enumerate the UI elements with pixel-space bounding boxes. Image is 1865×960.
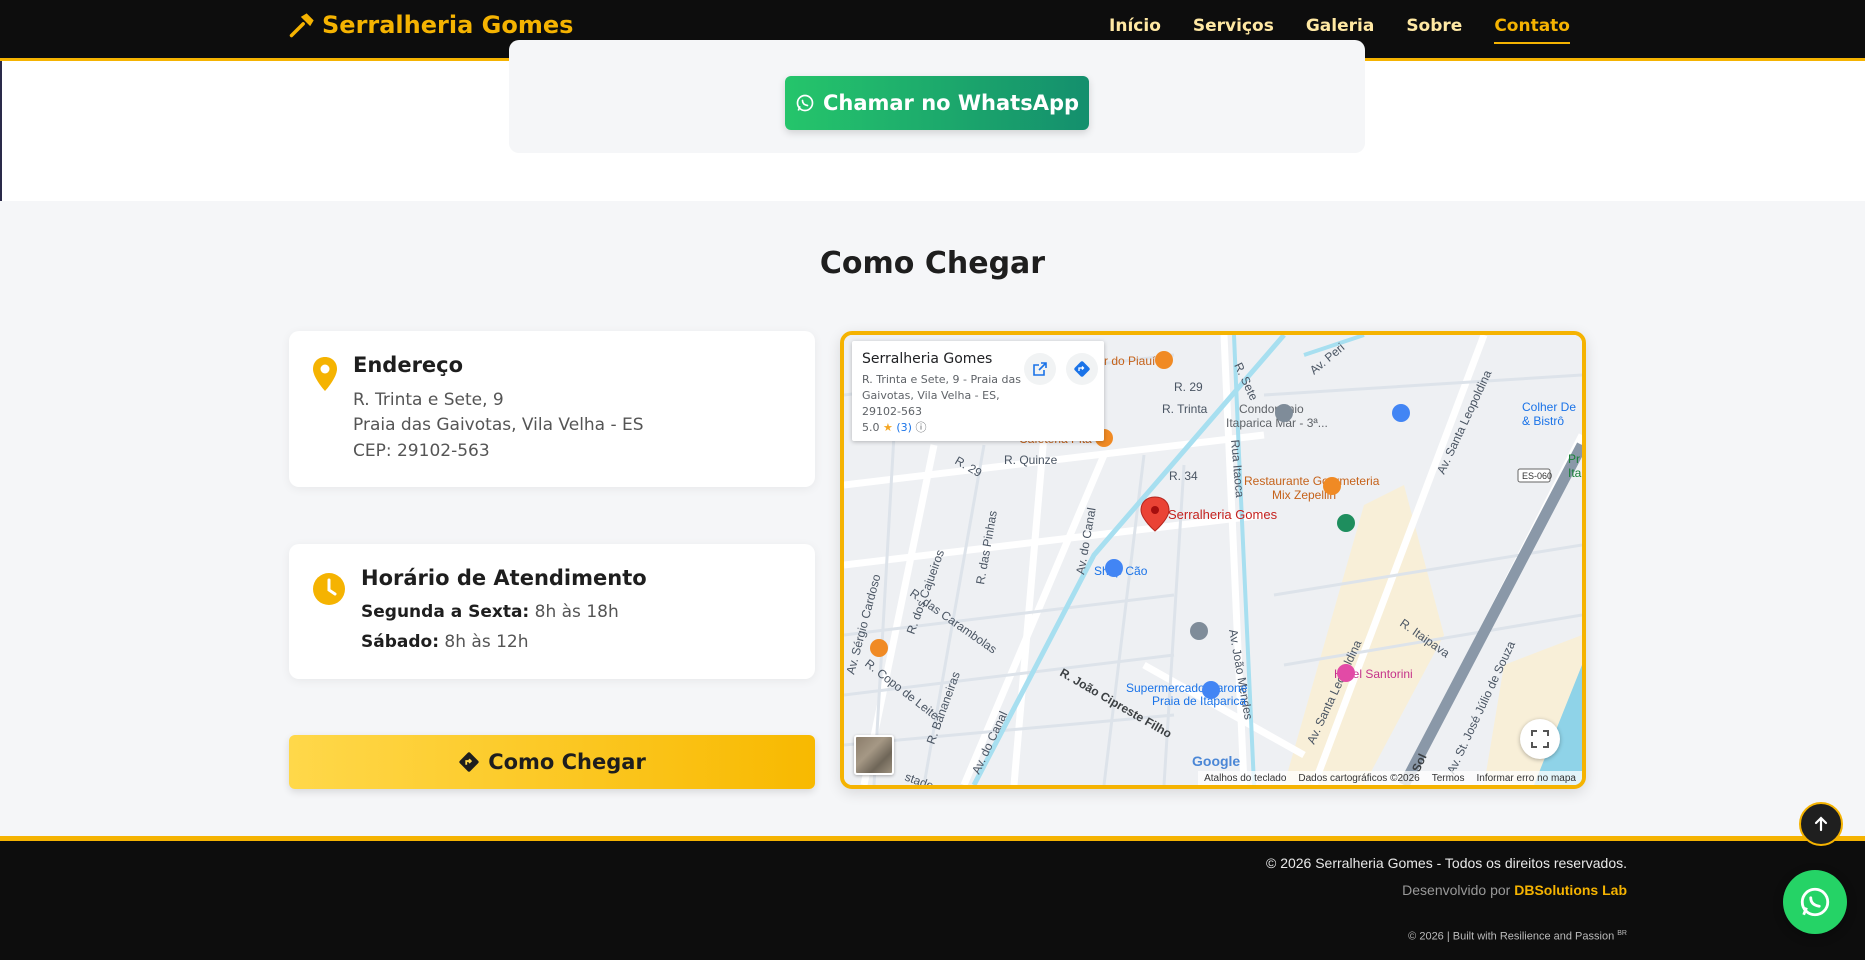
map-embed[interactable]: R. Quinze R. 29 R. 29 R. 34 R. Trinta R.… bbox=[840, 331, 1586, 789]
map-label-supermercado: Supermercado Carone bbox=[1126, 681, 1248, 695]
whatsapp-icon bbox=[1800, 887, 1830, 917]
map-terms[interactable]: Termos bbox=[1432, 773, 1465, 784]
directions-arrow-icon bbox=[1074, 361, 1090, 377]
fullscreen-icon bbox=[1531, 730, 1549, 748]
hours-weekday-value: 8h às 18h bbox=[534, 602, 619, 622]
hours-saturday: Sábado: 8h às 12h bbox=[361, 632, 529, 652]
map-label-colher: Colher De bbox=[1522, 400, 1576, 414]
footer-built: © 2026 | Built with Resilience and Passi… bbox=[1408, 930, 1627, 943]
map-label-r29-b: R. 29 bbox=[1174, 380, 1203, 394]
clock-icon bbox=[313, 573, 345, 605]
map-info-name: Serralheria Gomes bbox=[862, 351, 993, 367]
location-pin-icon bbox=[313, 357, 337, 391]
map-data-credit: Dados cartográficos ©2026 bbox=[1298, 772, 1420, 784]
whatsapp-button-label: Chamar no WhatsApp bbox=[822, 91, 1080, 115]
map-label-condominio: Condomínio bbox=[1239, 402, 1304, 416]
external-link-icon bbox=[1033, 362, 1047, 376]
map-footer: Atalhos do teclado Dados cartográficos ©… bbox=[1198, 771, 1582, 785]
address-line3: CEP: 29102-563 bbox=[353, 441, 490, 461]
map-info-address: R. Trinta e Sete, 9 - Praia das Gaivotas… bbox=[862, 373, 1021, 418]
footer-copyright: © 2026 Serralheria Gomes - Todos os dire… bbox=[1265, 855, 1627, 871]
rating-value: 5.0 bbox=[862, 421, 880, 434]
google-logo: Google bbox=[1192, 753, 1241, 769]
map-label-piaui: r do Piauí bbox=[1104, 354, 1156, 368]
info-icon[interactable]: ⓘ bbox=[915, 421, 926, 434]
hammer-icon bbox=[289, 13, 314, 38]
nav-link-contato[interactable]: Contato bbox=[1494, 16, 1570, 44]
directions-icon bbox=[459, 752, 479, 772]
address-line1: R. Trinta e Sete, 9 bbox=[353, 390, 504, 410]
map-label-pr: Pr bbox=[1568, 452, 1580, 466]
map-label-r-trinta: R. Trinta bbox=[1162, 402, 1208, 416]
fullscreen-button[interactable] bbox=[1520, 719, 1560, 759]
directions-map-button[interactable] bbox=[1066, 353, 1098, 385]
whatsapp-button[interactable]: Chamar no WhatsApp bbox=[785, 76, 1089, 130]
map-report-error[interactable]: Informar erro no mapa bbox=[1477, 773, 1577, 784]
footer-developed-by: Desenvolvido por DBSolutions Lab bbox=[1402, 882, 1627, 898]
nav-link-sobre[interactable]: Sobre bbox=[1406, 16, 1462, 44]
open-in-maps-button[interactable] bbox=[1024, 353, 1056, 385]
route-button-label: Como Chegar bbox=[488, 750, 646, 774]
whatsapp-icon bbox=[796, 94, 814, 112]
section-title: Como Chegar bbox=[819, 246, 1046, 281]
footer-developer-link[interactable]: DBSolutions Lab bbox=[1514, 882, 1627, 898]
footer-developed-label: Desenvolvido por bbox=[1402, 882, 1511, 898]
hours-weekday: Segunda a Sexta: 8h às 18h bbox=[361, 602, 619, 622]
star-icon: ★ bbox=[883, 421, 893, 434]
map-info-box: Serralheria Gomes R. Trinta e Sete, 9 - … bbox=[852, 341, 1104, 441]
address-title: Endereço bbox=[353, 353, 464, 377]
footer-built-sup: BR bbox=[1617, 930, 1627, 937]
hours-weekday-label: Segunda a Sexta: bbox=[361, 602, 530, 622]
hours-title: Horário de Atendimento bbox=[361, 566, 647, 590]
footer-built-text: © 2026 | Built with Resilience and Passi… bbox=[1408, 930, 1615, 943]
route-button[interactable]: Como Chegar bbox=[289, 735, 815, 789]
map-keyboard-shortcuts[interactable]: Atalhos do teclado bbox=[1204, 773, 1286, 784]
satellite-toggle[interactable] bbox=[854, 735, 894, 775]
hours-card: Horário de Atendimento Segunda a Sexta: … bbox=[289, 544, 815, 679]
hours-saturday-value: 8h às 12h bbox=[444, 632, 529, 652]
whatsapp-float-button[interactable] bbox=[1783, 870, 1847, 934]
arrow-up-icon bbox=[1814, 816, 1828, 832]
map-label-praia: Praia de Itaparica bbox=[1152, 694, 1246, 708]
map-marker-label[interactable]: Serralheria Gomes bbox=[1168, 507, 1278, 522]
address-card: Endereço R. Trinta e Sete, 9 Praia das G… bbox=[289, 331, 815, 487]
map-label-r34: R. 34 bbox=[1169, 469, 1198, 483]
map-label-r-quinze: R. Quinze bbox=[1004, 453, 1058, 467]
brand-logo[interactable]: Serralheria Gomes bbox=[288, 11, 573, 39]
rating-count[interactable]: (3) bbox=[896, 421, 912, 434]
address-line2: Praia das Gaivotas, Vila Velha - ES bbox=[353, 415, 644, 435]
map-label-es060: ES-060 bbox=[1522, 471, 1552, 481]
map-info-rating: 5.0 ★ (3) ⓘ bbox=[862, 419, 926, 435]
hours-saturday-label: Sábado: bbox=[361, 632, 440, 652]
map-label-ita: Ita bbox=[1568, 466, 1582, 480]
brand-name: Serralheria Gomes bbox=[322, 11, 574, 39]
map-label-restaurante: Restaurante Gourmeteria bbox=[1244, 474, 1380, 488]
map-label-colher-2: & Bistrô bbox=[1522, 414, 1564, 428]
back-to-top-button[interactable] bbox=[1799, 802, 1843, 846]
